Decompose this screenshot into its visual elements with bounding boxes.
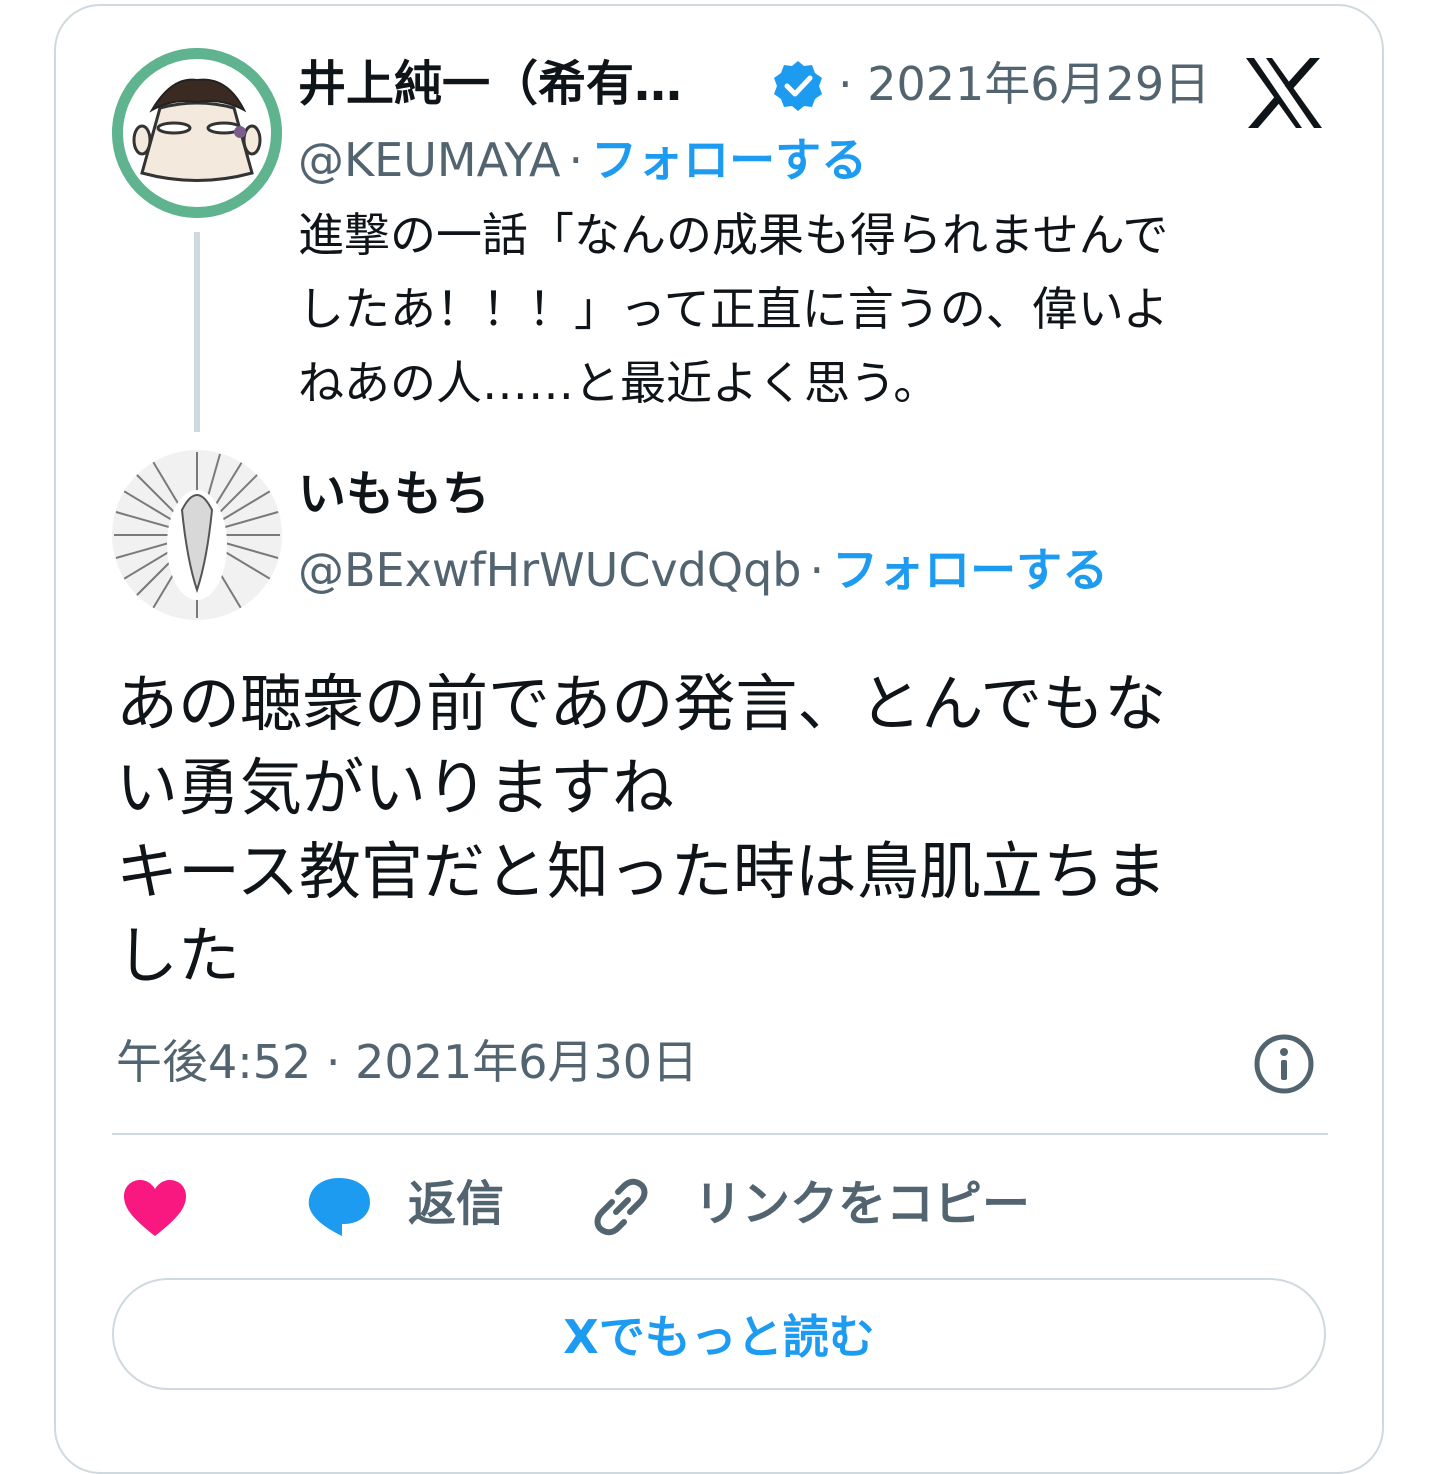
parent-handle[interactable]: @KEUMAYA (298, 133, 560, 187)
verified-badge-icon (770, 58, 826, 114)
read-more-button[interactable]: Xでもっと読む (112, 1278, 1326, 1390)
follow-button-imomochi[interactable]: フォローする (832, 543, 1108, 597)
reply-display-name[interactable]: いももち (298, 464, 490, 524)
speech-bubble-icon[interactable] (304, 1174, 374, 1240)
separator-dot: · (568, 133, 584, 187)
copy-link-label[interactable]: リンクをコピー (694, 1172, 1030, 1236)
avatar-keumaya[interactable] (112, 48, 282, 218)
follow-button-keumaya[interactable]: フォローする (591, 133, 867, 187)
parent-handle-row: @KEUMAYA · フォローする (298, 130, 867, 190)
reply-tweet-text: あの聴衆の前であの発言、とんでもな い勇気がいりますね キース教官だと知った時は… (116, 667, 1167, 992)
parent-display-name[interactable]: 井上純一（希有… (298, 54, 682, 114)
avatar-burst-illustration (112, 450, 282, 620)
parent-date[interactable]: · 2021年6月29日 (838, 54, 1210, 114)
reply-handle[interactable]: @BExwfHrWUCvdQqb (298, 543, 801, 597)
reply-timestamp[interactable]: 午後4:52 · 2021年6月30日 (116, 1030, 698, 1094)
separator-dot: · (809, 543, 825, 597)
avatar-imomochi[interactable] (112, 450, 282, 620)
reply-label[interactable]: 返信 (408, 1172, 504, 1236)
link-icon[interactable] (588, 1174, 654, 1240)
heart-icon[interactable] (122, 1178, 188, 1238)
divider (112, 1133, 1328, 1135)
thread-connector-line (194, 232, 200, 432)
avatar-illustration (112, 48, 282, 218)
info-icon[interactable] (1252, 1032, 1316, 1096)
reply-handle-row: @BExwfHrWUCvdQqb · フォローする (298, 540, 1108, 600)
parent-tweet-text: 進撃の一話「なんの成果も得られませんで したあ！！！」って正直に言うの、偉いよ … (298, 208, 1169, 410)
x-logo-icon[interactable] (1244, 56, 1324, 130)
